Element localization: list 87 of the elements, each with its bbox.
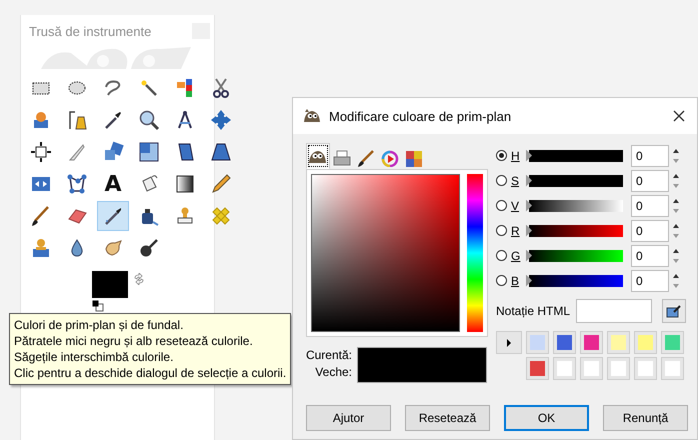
node-cage-icon [66,173,88,195]
spin-field[interactable]: 0 [631,194,669,216]
slider-thumb[interactable] [526,224,532,236]
color-palette-icon [404,148,424,166]
tooltip-text: Pătratele mici negru și alb resetează culorile. [14,333,254,349]
history-swatch[interactable] [526,331,549,354]
panel-title: Trusă de instrumente [29,24,152,38]
foreground-color-swatch[interactable] [92,271,128,298]
slider-thumb[interactable] [526,274,532,286]
spin-field[interactable]: 0 [631,144,669,166]
color-field[interactable] [311,174,460,332]
scissors-icon [210,77,232,99]
html-notation-field[interactable] [576,299,652,323]
history-swatch[interactable] [634,331,657,354]
default-colors-icon[interactable] [92,300,104,312]
channel-slider[interactable] [529,174,623,186]
tooltip-text: Culori de prim-plan și de fundal. [14,317,184,333]
swap-arrows-icon[interactable] [133,273,145,285]
color-label: Curentă: [306,347,352,364]
slider-thumb[interactable] [526,250,532,262]
slider-thumb[interactable] [526,174,532,186]
channel-label: V [511,198,520,212]
channel-label: B [511,274,520,288]
history-swatch[interactable] [553,331,576,354]
history-button[interactable] [496,331,522,354]
history-swatch[interactable] [607,331,630,354]
history-swatch[interactable] [526,357,549,380]
rotate-icon [102,141,124,163]
channel-slider[interactable] [529,250,623,262]
history-swatch[interactable] [553,357,576,380]
tooltip-text: Săgețile interschimbă culorile. [14,349,174,365]
channel-label: S [511,174,520,188]
radio-button[interactable] [496,175,507,186]
history-swatch[interactable] [580,331,603,354]
selector-tab[interactable] [306,143,330,169]
close-icon[interactable] [673,110,685,122]
color-wheel-icon [380,148,400,166]
channel-label: H [511,148,521,162]
dodge-burn-icon [138,237,160,259]
bandage-icon [210,205,232,227]
slider-thumb[interactable] [526,200,532,212]
perspective-icon [210,141,232,163]
dialog-button[interactable]: OK [504,405,589,431]
channel-slider[interactable] [529,224,623,236]
channel-slider[interactable] [529,150,623,162]
spin-field[interactable]: 0 [631,170,669,192]
eyedropper-icon [666,304,682,318]
hue-spectrum[interactable] [467,174,483,332]
color-label: Veche: [315,364,352,381]
radio-button[interactable] [496,200,507,211]
screen-picker-button[interactable] [662,299,686,323]
channel-label: R [511,224,521,238]
paintbrush-icon [30,205,52,227]
paintbrush-icon [356,148,376,166]
radio-button[interactable] [496,275,507,286]
perspective-stamp-icon [30,237,52,259]
history-swatch[interactable] [661,331,684,354]
html-notation-label: Notație HTML [496,304,570,318]
spin-field[interactable]: 0 [631,220,669,242]
dialog-button[interactable]: Renunță [603,405,688,431]
radio-button[interactable] [496,150,507,161]
window-title: Modificare culoare de prim-plan [329,108,512,124]
channel-slider[interactable] [529,200,623,212]
tooltip-text: Clic pentru a deschide dialogul de selecție a culorii. [14,365,286,381]
history-swatch[interactable] [607,357,630,380]
channel-slider[interactable] [529,274,623,286]
tool-button[interactable]: A [97,169,129,199]
pencil-icon [210,173,232,195]
gradient-icon [174,173,196,195]
spin-field[interactable]: 0 [631,270,669,292]
mascot-icon [303,108,321,124]
printer-icon [332,148,352,166]
channel-label: G [511,248,522,262]
radio-button[interactable] [496,225,507,236]
move-arrows-icon [210,109,232,131]
alignment-arrows-icon [30,141,52,163]
magnifier-icon [138,109,160,131]
spin-field[interactable]: 0 [631,244,669,266]
history-swatch[interactable] [661,357,684,380]
dialog-button[interactable]: Ajutor [306,405,391,431]
triangle-right-icon [506,338,512,346]
dialog-button[interactable]: Resetează [405,405,490,431]
scale-icon [138,141,160,163]
slider-thumb[interactable] [526,150,532,162]
history-swatch[interactable] [634,357,657,380]
history-swatch[interactable] [580,357,603,380]
radio-button[interactable] [496,250,507,261]
